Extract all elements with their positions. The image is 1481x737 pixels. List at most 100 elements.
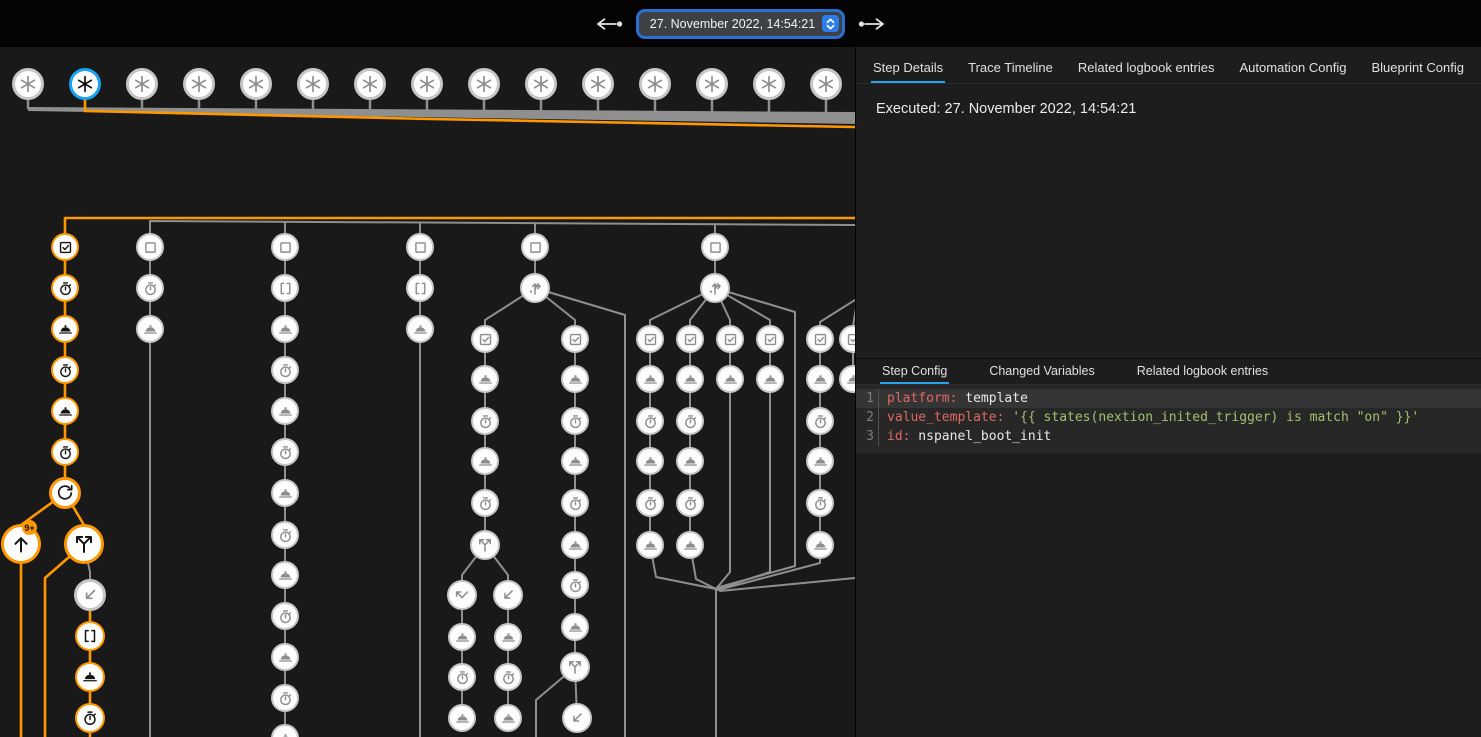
trace-node-room-service-icon[interactable] (676, 531, 704, 559)
trace-node-checkbox-marked-icon[interactable] (676, 325, 704, 353)
trace-node-room-service-icon[interactable] (494, 623, 522, 651)
trace-node-checkbox-blank-icon[interactable] (136, 233, 164, 261)
trace-node-timer-icon[interactable] (561, 489, 589, 517)
trace-node-room-service-icon[interactable] (51, 397, 79, 425)
trace-node-room-service-icon[interactable] (406, 315, 434, 343)
trace-node-room-service-icon[interactable] (561, 613, 589, 641)
trace-node-timer-icon[interactable] (636, 407, 664, 435)
trace-node-room-service-icon[interactable] (271, 315, 299, 343)
trace-node-room-service-icon[interactable] (136, 315, 164, 343)
trace-node-room-service-icon[interactable] (51, 315, 79, 343)
trace-node-room-service-icon[interactable] (271, 643, 299, 671)
trace-node-room-service-icon[interactable] (806, 365, 834, 393)
trace-node-room-service-icon[interactable] (676, 447, 704, 475)
trace-node-asterisk-icon[interactable] (297, 68, 329, 100)
trace-node-asterisk-icon[interactable] (411, 68, 443, 100)
tab-changed-variables[interactable]: Changed Variables (987, 359, 1096, 384)
trace-node-timer-icon[interactable] (561, 571, 589, 599)
tab-step-details[interactable]: Step Details (871, 47, 945, 83)
trace-node-room-service-icon[interactable] (756, 365, 784, 393)
trace-node-checkbox-marked-icon[interactable] (756, 325, 784, 353)
trace-node-timer-icon[interactable] (806, 489, 834, 517)
trace-node-room-service-icon[interactable] (75, 662, 105, 692)
trace-node-room-service-icon[interactable] (676, 365, 704, 393)
trace-node-timer-icon[interactable] (448, 663, 476, 691)
trace-node-timer-icon[interactable] (271, 684, 299, 712)
trace-node-code-brackets-icon[interactable] (271, 274, 299, 302)
trace-node-room-service-icon[interactable] (561, 365, 589, 393)
tab-blueprint-config[interactable]: Blueprint Config (1369, 47, 1466, 83)
trace-node-room-service-icon[interactable] (494, 704, 522, 732)
next-trace-button[interactable] (855, 15, 889, 33)
trace-node-call-missed-icon[interactable] (447, 580, 477, 610)
trace-node-arrow-bottom-left-icon[interactable] (74, 579, 106, 611)
trace-node-call-split-icon[interactable] (560, 652, 590, 682)
tab-automation-config[interactable]: Automation Config (1238, 47, 1349, 83)
trace-node-code-brackets-icon[interactable] (406, 274, 434, 302)
trace-node-timer-icon[interactable] (806, 407, 834, 435)
trace-node-checkbox-blank-icon[interactable] (521, 233, 549, 261)
trace-node-checkbox-marked-icon[interactable] (636, 325, 664, 353)
trace-node-asterisk-icon[interactable] (639, 68, 671, 100)
trace-node-checkbox-marked-icon[interactable] (806, 325, 834, 353)
trace-node-room-service-icon[interactable] (806, 531, 834, 559)
trace-node-room-service-icon[interactable] (448, 623, 476, 651)
trace-node-asterisk-icon[interactable] (183, 68, 215, 100)
trace-node-room-service-icon[interactable] (471, 365, 499, 393)
trace-node-asterisk-icon[interactable] (12, 68, 44, 100)
trace-node-room-service-icon[interactable] (471, 447, 499, 475)
trace-node-timer-icon[interactable] (636, 489, 664, 517)
trace-node-timer-icon[interactable] (51, 356, 79, 384)
trace-node-checkbox-marked-icon[interactable] (51, 233, 79, 261)
trace-node-timer-icon[interactable] (51, 274, 79, 302)
trace-node-timer-icon[interactable] (271, 602, 299, 630)
trace-node-asterisk-icon[interactable] (468, 68, 500, 100)
trace-node-room-service-icon[interactable] (636, 531, 664, 559)
trace-node-timer-icon[interactable] (271, 521, 299, 549)
tab-related-logbook-entries[interactable]: Related logbook entries (1076, 47, 1217, 83)
trace-node-asterisk-icon[interactable] (810, 68, 842, 100)
trace-node-timer-icon[interactable] (51, 438, 79, 466)
trace-node-timer-icon[interactable] (561, 407, 589, 435)
trace-node-checkbox-marked-icon[interactable] (471, 325, 499, 353)
trace-node-timer-icon[interactable] (676, 407, 704, 435)
trace-node-room-service-icon[interactable] (271, 479, 299, 507)
trace-node-asterisk-icon[interactable] (696, 68, 728, 100)
trace-node-timer-icon[interactable] (471, 489, 499, 517)
tab-related-logbook-entries[interactable]: Related logbook entries (1135, 359, 1270, 384)
trace-node-checkbox-blank-icon[interactable] (406, 233, 434, 261)
trace-node-timer-icon[interactable] (471, 407, 499, 435)
trace-node-room-service-icon[interactable] (448, 704, 476, 732)
trace-node-room-service-icon[interactable] (636, 365, 664, 393)
trace-node-checkbox-blank-icon[interactable] (701, 233, 729, 261)
trace-node-room-service-icon[interactable] (561, 447, 589, 475)
trace-node-checkbox-blank-icon[interactable] (271, 233, 299, 261)
trace-node-arrow-bottom-left-icon[interactable] (562, 703, 592, 733)
trace-node-call-split-icon[interactable] (64, 524, 104, 564)
previous-trace-button[interactable] (592, 15, 626, 33)
trace-node-asterisk-icon[interactable] (753, 68, 785, 100)
trace-node-asterisk-icon[interactable] (69, 68, 101, 100)
trace-node-asterisk-icon[interactable] (126, 68, 158, 100)
trace-node-room-service-icon[interactable] (561, 531, 589, 559)
trace-node-room-service-icon[interactable] (271, 561, 299, 589)
yaml-code-editor[interactable]: 1platform: template2value_template: '{{ … (856, 385, 1481, 453)
trace-node-asterisk-icon[interactable] (240, 68, 272, 100)
trace-node-refresh-icon[interactable] (49, 477, 81, 509)
trace-node-room-service-icon[interactable] (806, 447, 834, 475)
trace-node-timer-icon[interactable] (271, 438, 299, 466)
trace-node-checkbox-marked-icon[interactable] (716, 325, 744, 353)
trace-node-asterisk-icon[interactable] (525, 68, 557, 100)
trace-node-timer-icon[interactable] (676, 489, 704, 517)
trace-node-timer-icon[interactable] (494, 663, 522, 691)
trace-node-code-brackets-icon[interactable] (75, 621, 105, 651)
trace-node-asterisk-icon[interactable] (354, 68, 386, 100)
trace-node-arrow-decision-icon[interactable] (520, 273, 550, 303)
trace-node-checkbox-marked-icon[interactable] (561, 325, 589, 353)
tab-step-config[interactable]: Step Config (880, 359, 949, 384)
trace-node-arrow-decision-icon[interactable] (700, 273, 730, 303)
trace-node-room-service-icon[interactable] (271, 397, 299, 425)
trace-node-asterisk-icon[interactable] (582, 68, 614, 100)
trace-node-timer-icon[interactable] (75, 703, 105, 733)
tab-trace-timeline[interactable]: Trace Timeline (966, 47, 1055, 83)
